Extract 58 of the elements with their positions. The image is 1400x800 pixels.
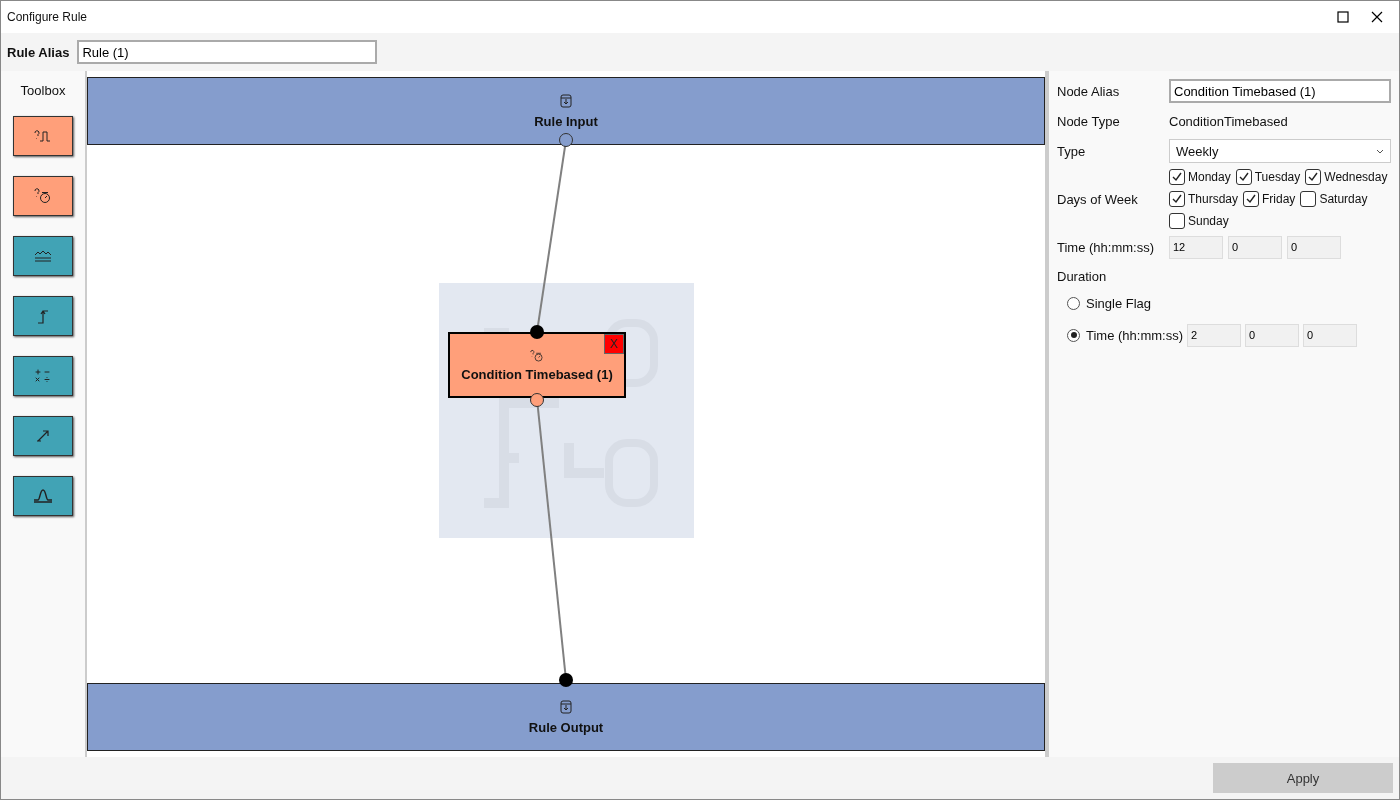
day-checkbox[interactable]: Tuesday [1235, 169, 1301, 185]
maximize-icon[interactable] [1337, 11, 1349, 23]
time-field[interactable]: 0 [1245, 323, 1300, 347]
duration-label: Duration [1057, 269, 1108, 284]
day-checkbox[interactable]: Sunday [1169, 213, 1229, 229]
tool-button[interactable] [13, 416, 73, 456]
delete-button[interactable]: X [604, 334, 624, 354]
field-label: Time (hh:mm:ss) [1057, 239, 1156, 255]
checkmark-icon [1307, 171, 1320, 183]
node-type-value: ConditionTimebased [1169, 113, 1288, 129]
tool-button[interactable] [13, 296, 73, 336]
checkmark-icon [1171, 171, 1183, 183]
rule-alias-field[interactable]: Rule (1) [77, 40, 378, 64]
diagonal-arrow-icon [36, 429, 50, 443]
tool-button[interactable] [13, 176, 73, 216]
day-checkbox[interactable]: Wednesday [1305, 169, 1388, 185]
day-checkbox[interactable]: Thursday [1169, 191, 1239, 207]
time-field[interactable]: 2 [1187, 323, 1242, 347]
tool-button[interactable] [13, 236, 73, 276]
duration-radio[interactable]: Time (hh:mm:ss) [1067, 327, 1184, 343]
field-label: Days of Week [1057, 191, 1139, 207]
step-icon [36, 308, 50, 324]
day-checkbox[interactable]: Monday [1169, 169, 1231, 185]
tool-button[interactable] [13, 476, 73, 516]
field-label: Node Type [1057, 113, 1121, 129]
peak-curve-icon [33, 488, 53, 504]
rule-alias-label: Rule Alias [7, 44, 70, 60]
rule-input-node[interactable]: Rule Input [87, 77, 1045, 145]
tool-button[interactable] [13, 116, 73, 156]
field-label: Type [1057, 143, 1087, 159]
database-icon [560, 699, 572, 714]
close-icon[interactable] [1371, 11, 1383, 23]
math-operators-icon [35, 369, 51, 383]
chevron-icon [1376, 148, 1384, 154]
day-checkbox[interactable]: Friday [1243, 191, 1296, 207]
node-alias-field[interactable]: Condition Timebased (1) [1169, 79, 1391, 103]
time-field[interactable]: 0 [1303, 323, 1358, 347]
apply-button[interactable]: Apply [1213, 763, 1393, 793]
database-icon [560, 93, 572, 108]
question-stopwatch-icon [530, 348, 544, 363]
time-field[interactable]: 12 [1169, 235, 1223, 259]
checkmark-icon [1245, 193, 1258, 205]
question-pulse-icon [34, 129, 52, 143]
day-checkbox[interactable]: Saturday [1300, 191, 1368, 207]
window-title: Configure Rule [7, 10, 88, 24]
checkmark-icon [1237, 171, 1250, 183]
toolbox-title: Toolbox [20, 83, 66, 98]
rule-output-node[interactable]: Rule Output [87, 683, 1045, 751]
type-dropdown[interactable]: Weekly [1169, 139, 1391, 163]
tool-button[interactable] [13, 356, 73, 396]
waves-icon [34, 250, 52, 262]
time-field[interactable]: 0 [1287, 235, 1341, 259]
input-port[interactable] [559, 673, 573, 687]
duration-radio[interactable]: Single Flag [1067, 295, 1152, 311]
time-field[interactable]: 0 [1228, 235, 1282, 259]
question-stopwatch-icon [34, 188, 52, 204]
field-label: Node Alias [1057, 83, 1121, 99]
checkmark-icon [1171, 193, 1183, 205]
